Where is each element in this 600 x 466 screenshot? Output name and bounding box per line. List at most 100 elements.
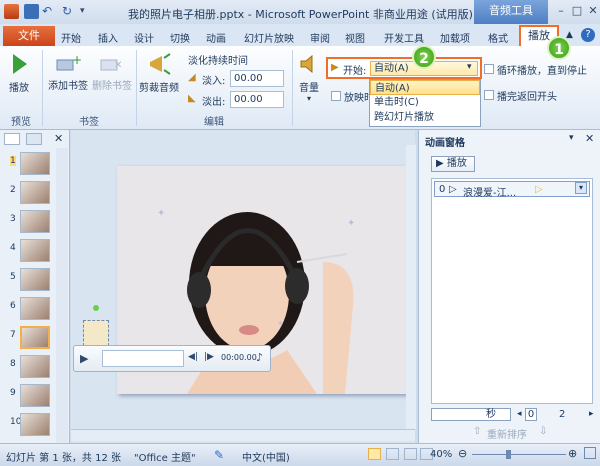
trim-audio-button[interactable]: 剪裁音频 bbox=[138, 52, 180, 94]
group-divider bbox=[292, 50, 293, 126]
anim-item-dropdown-icon[interactable]: ▾ bbox=[575, 182, 587, 194]
rewind-checkbox[interactable] bbox=[484, 90, 494, 100]
spellcheck-icon[interactable]: ✎ bbox=[214, 448, 224, 462]
horizontal-scrollbar[interactable] bbox=[71, 429, 415, 441]
tab-format[interactable]: 格式 bbox=[488, 30, 508, 45]
pane-options-icon[interactable]: ▾ bbox=[569, 133, 574, 143]
zoom-in-icon[interactable]: ⊕ bbox=[568, 447, 577, 460]
add-bookmark-button[interactable]: + 添加书签 bbox=[46, 53, 90, 92]
zoom-thumb[interactable] bbox=[506, 450, 511, 459]
fade-out-input[interactable]: 00.00 bbox=[230, 91, 284, 108]
step-badge-2: 2 bbox=[412, 45, 436, 69]
close-button[interactable]: ✕ bbox=[584, 4, 600, 18]
player-progress-bar[interactable] bbox=[102, 350, 184, 367]
animation-list: 0 ▷ 浪漫爱-江... ▷ ▾ bbox=[431, 178, 593, 404]
animation-pane: 动画窗格 ▾ ✕ ▶ 播放 0 ▷ 浪漫爱-江... ▷ ▾ 秒 ◂ 0 2 ▸… bbox=[418, 130, 600, 443]
powerpoint-logo-icon[interactable] bbox=[4, 4, 19, 19]
move-up-icon[interactable]: ⇧ bbox=[473, 426, 481, 437]
slide-thumbnail[interactable] bbox=[20, 355, 50, 378]
slide-thumbnail[interactable] bbox=[20, 152, 50, 175]
tab-slideshow[interactable]: 幻灯片放映 bbox=[244, 30, 294, 45]
chevron-down-icon[interactable]: ▾ bbox=[467, 62, 472, 72]
svg-text:✦: ✦ bbox=[277, 319, 284, 328]
play-icon bbox=[13, 54, 27, 74]
slide-thumbnail[interactable] bbox=[20, 297, 50, 320]
rewind-label: 播完返回开头 bbox=[497, 92, 557, 103]
option-on-click[interactable]: 单击时(C) bbox=[370, 95, 480, 110]
remove-bookmark-button[interactable]: ✕ 删除书签 bbox=[90, 54, 134, 92]
normal-view-icon[interactable] bbox=[368, 448, 381, 460]
slide-number: 3 bbox=[10, 214, 16, 224]
tab-insert[interactable]: 插入 bbox=[98, 30, 118, 45]
rotation-handle[interactable] bbox=[93, 305, 99, 311]
tab-view[interactable]: 视图 bbox=[345, 30, 365, 45]
option-play-across-slides[interactable]: 跨幻灯片播放 bbox=[370, 110, 480, 125]
audio-icon-object[interactable] bbox=[83, 320, 109, 346]
tab-design[interactable]: 设计 bbox=[134, 30, 154, 45]
slide-thumbnail[interactable] bbox=[20, 384, 50, 407]
slides-tab-icon[interactable] bbox=[4, 133, 20, 145]
slide-thumbnail[interactable] bbox=[20, 268, 50, 291]
slide-thumbnail[interactable] bbox=[20, 239, 50, 262]
slide-number: 6 bbox=[10, 301, 16, 311]
redo-icon[interactable]: ↻ bbox=[62, 4, 77, 19]
tab-animations[interactable]: 动画 bbox=[206, 30, 226, 45]
slide-count-status: 幻灯片 第 1 张，共 12 张 bbox=[6, 453, 121, 464]
slide-sorter-icon[interactable] bbox=[386, 448, 399, 460]
theme-status: "Office 主题" bbox=[134, 453, 196, 464]
player-back-icon[interactable]: ◀| bbox=[188, 352, 198, 362]
title-bar: ↶ ↻ ▾ 我的照片电子相册.pptx - Microsoft PowerPoi… bbox=[0, 0, 600, 24]
player-play-icon[interactable]: ▶ bbox=[80, 352, 88, 365]
hide-during-show-checkbox[interactable] bbox=[331, 91, 341, 101]
slide-thumbnail[interactable] bbox=[20, 210, 50, 233]
play-preview-button[interactable]: 播放 bbox=[6, 52, 32, 94]
trim-audio-icon bbox=[150, 53, 171, 75]
volume-button[interactable]: 音量 ▾ bbox=[294, 52, 324, 103]
zoom-slider[interactable] bbox=[472, 454, 566, 455]
remove-bookmark-label: 删除书签 bbox=[92, 81, 132, 92]
customize-qat-icon[interactable]: ▾ bbox=[80, 4, 95, 19]
remove-bookmark-icon: ✕ bbox=[100, 59, 122, 71]
animation-pane-title: 动画窗格 bbox=[425, 138, 465, 149]
tab-review[interactable]: 审阅 bbox=[310, 30, 330, 45]
move-down-icon[interactable]: ⇩ bbox=[539, 426, 547, 437]
outline-tab-icon[interactable] bbox=[26, 133, 42, 145]
slide-number: 8 bbox=[10, 359, 16, 369]
slide-thumbnail[interactable] bbox=[20, 413, 50, 436]
tab-developer[interactable]: 开发工具 bbox=[384, 30, 424, 45]
anim-play-button[interactable]: ▶ 播放 bbox=[431, 156, 475, 172]
start-dropdown-list: 自动(A) 单击时(C) 跨幻灯片播放 bbox=[369, 79, 481, 127]
close-pane-icon[interactable]: ✕ bbox=[54, 132, 63, 145]
list-item[interactable]: 0 ▷ 浪漫爱-江... ▷ ▾ bbox=[434, 181, 590, 199]
seconds-dropdown[interactable]: 秒 bbox=[431, 408, 511, 421]
timeline-start: 0 bbox=[525, 408, 537, 421]
reading-view-icon[interactable] bbox=[404, 448, 417, 460]
help-icon[interactable]: ? bbox=[581, 28, 595, 42]
fade-duration-label: 淡化持续时间 bbox=[188, 56, 248, 67]
fade-in-input[interactable]: 00.00 bbox=[230, 70, 284, 87]
slide-thumbnail[interactable] bbox=[20, 181, 50, 204]
thumb-scrollbar[interactable] bbox=[56, 148, 68, 444]
slide-thumbnail[interactable] bbox=[20, 326, 50, 349]
undo-icon[interactable]: ↶ bbox=[42, 4, 57, 19]
timeline-right-icon[interactable]: ▸ bbox=[589, 409, 594, 419]
fit-to-window-icon[interactable] bbox=[584, 447, 596, 459]
option-automatic[interactable]: 自动(A) bbox=[370, 80, 480, 95]
file-tab[interactable]: 文件 bbox=[3, 26, 55, 46]
player-forward-icon[interactable]: |▶ bbox=[204, 352, 214, 362]
zoom-level[interactable]: 40% bbox=[430, 449, 452, 460]
save-icon[interactable] bbox=[24, 4, 39, 19]
close-anim-pane-icon[interactable]: ✕ bbox=[585, 132, 594, 145]
vertical-scrollbar[interactable] bbox=[406, 145, 416, 429]
player-volume-icon[interactable]: ♪ bbox=[256, 351, 263, 364]
svg-text:✦: ✦ bbox=[157, 208, 165, 219]
slide-number: 7 bbox=[10, 330, 16, 340]
zoom-out-icon[interactable]: ⊖ bbox=[458, 447, 467, 460]
tab-addins[interactable]: 加载项 bbox=[440, 30, 470, 45]
loop-checkbox[interactable] bbox=[484, 64, 494, 74]
tab-home[interactable]: 开始 bbox=[61, 30, 81, 45]
audio-player-bar: ▶ ◀| |▶ 00:00.00 ♪ bbox=[73, 345, 271, 372]
timeline-left-icon[interactable]: ◂ bbox=[517, 409, 522, 419]
tab-transitions[interactable]: 切换 bbox=[170, 30, 190, 45]
group-divider bbox=[42, 50, 43, 126]
